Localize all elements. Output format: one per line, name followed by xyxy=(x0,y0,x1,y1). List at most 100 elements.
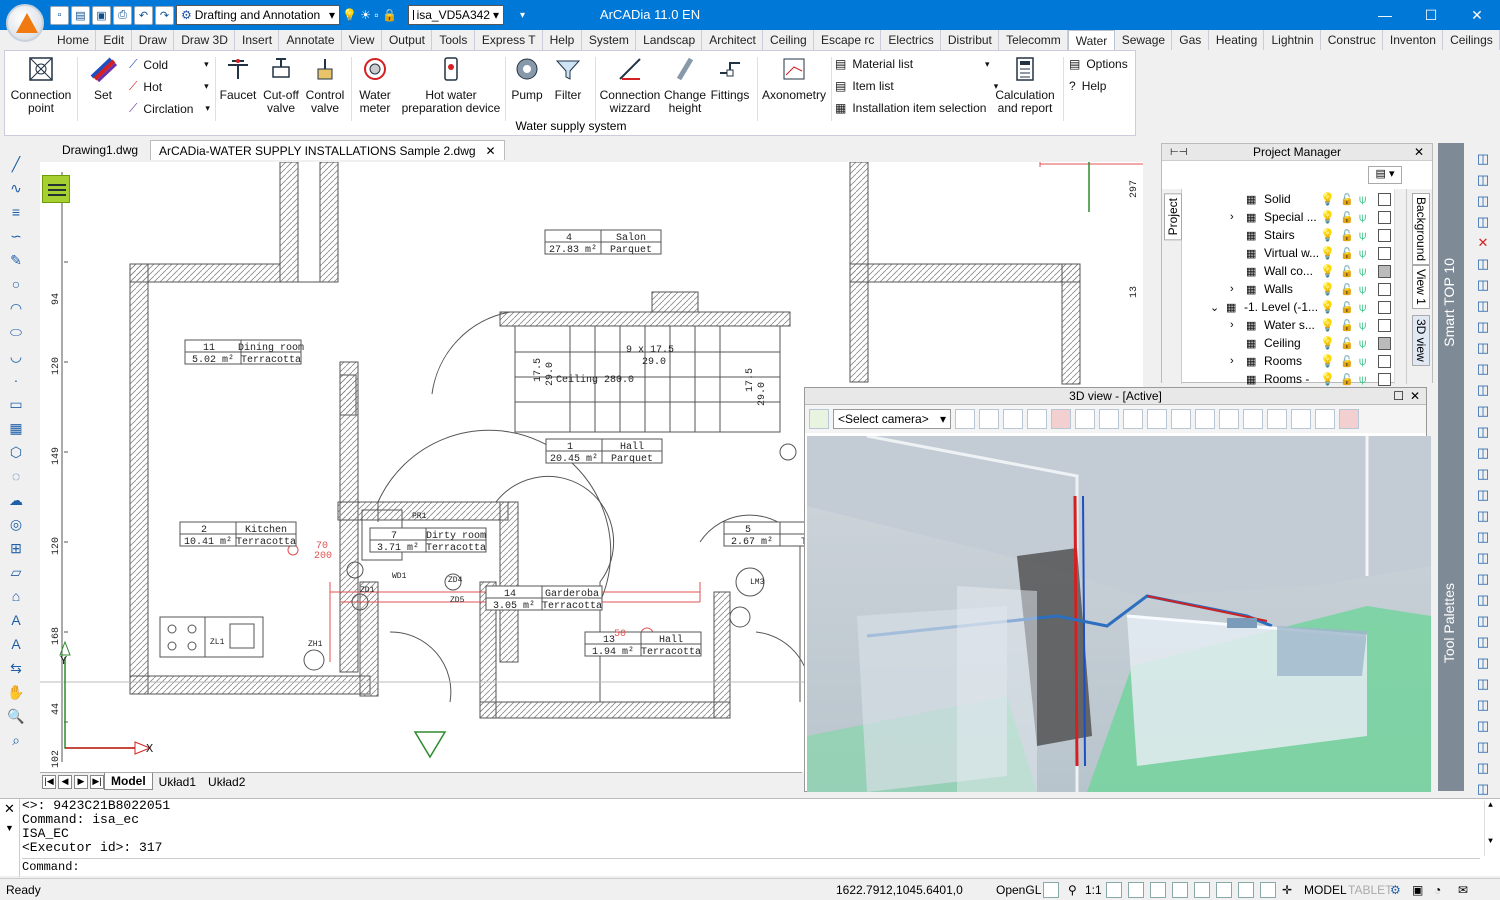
layout-tab-model[interactable]: Model xyxy=(104,773,153,790)
print-toggle-icon[interactable]: ⍦ xyxy=(1359,300,1366,315)
tab-annotate[interactable]: Annotate xyxy=(279,30,342,50)
camera-select[interactable]: <Select camera> ▾ xyxy=(833,409,951,429)
tree-item[interactable]: ▦ Virtual w... 💡 🔓 ⍦ xyxy=(1184,244,1406,262)
smart-top-label[interactable]: Smart TOP 10 xyxy=(1441,258,1457,347)
settings-icon[interactable]: ⚙ xyxy=(1390,883,1401,897)
lock-icon[interactable]: 🔓 xyxy=(1340,301,1354,314)
tab-home[interactable]: Home xyxy=(50,30,97,50)
otrack-icon[interactable] xyxy=(1194,882,1210,898)
color-swatch[interactable] xyxy=(1378,264,1391,278)
status-tablet[interactable]: TABLET xyxy=(1348,883,1392,897)
tab-escape-rc[interactable]: Escape rc xyxy=(814,30,882,50)
app-logo[interactable] xyxy=(6,4,44,42)
tab-ceiling[interactable]: Ceiling xyxy=(763,30,814,50)
color-swatch[interactable] xyxy=(1378,282,1391,296)
circulation-button[interactable]: ⟋ Circlation ▾ xyxy=(129,101,210,116)
minimize-button[interactable]: — xyxy=(1362,0,1408,30)
color-swatch[interactable] xyxy=(1378,354,1391,368)
clean-screen-icon[interactable]: ◔ xyxy=(1434,883,1441,897)
set-button[interactable]: Set xyxy=(85,55,121,102)
boundary-icon[interactable]: ⌂ xyxy=(7,588,25,604)
color-swatch[interactable] xyxy=(1378,300,1391,314)
room-label[interactable]: 13 Hall1.94 m² Terracotta xyxy=(584,631,702,658)
visibility-icon[interactable]: 💡 xyxy=(1320,264,1335,278)
ellipse-icon[interactable]: ⬭ xyxy=(7,324,25,340)
point-icon[interactable]: · xyxy=(7,372,25,388)
tab-draw[interactable]: Draw xyxy=(132,30,175,50)
faucet-button[interactable]: Faucet xyxy=(219,55,257,102)
tab-distribut[interactable]: Distribut xyxy=(941,30,1000,50)
print-toggle-icon[interactable]: ⍦ xyxy=(1359,210,1366,225)
status-opengl[interactable]: OpenGL xyxy=(996,883,1041,897)
freehand-icon[interactable]: ✎ xyxy=(7,252,25,268)
line-icon[interactable]: ╱ xyxy=(7,156,25,172)
lock-icon[interactable]: 🔓 xyxy=(1340,337,1354,350)
connection-point-button[interactable]: Connection point xyxy=(11,55,71,115)
add-camera-icon[interactable] xyxy=(809,409,829,429)
cutoff-valve-button[interactable]: Cut-off valve xyxy=(259,55,303,115)
measure-icon[interactable]: ◫ xyxy=(1474,613,1492,629)
visibility-icon[interactable]: 💡 xyxy=(1320,282,1335,296)
polyline-icon[interactable]: ∿ xyxy=(7,180,25,196)
tab-telecomm[interactable]: Telecomm xyxy=(999,30,1068,50)
section-box-icon[interactable] xyxy=(1171,409,1191,429)
crosshair-icon[interactable]: ✛ xyxy=(1282,883,1292,897)
room-label[interactable]: 11 Dining room 5.02 m² Terracotta xyxy=(184,339,304,366)
expand-icon[interactable]: ⌄ xyxy=(1210,301,1219,314)
color-swatch[interactable] xyxy=(1378,192,1391,206)
pm-scrollbar[interactable] xyxy=(1394,189,1406,384)
camera-icon[interactable] xyxy=(1243,409,1263,429)
mirror-icon[interactable]: ◫ xyxy=(1474,193,1492,209)
dyn-icon[interactable] xyxy=(1238,882,1254,898)
calculation-button[interactable]: Calculation and report xyxy=(991,55,1059,115)
area-icon[interactable]: ◫ xyxy=(1474,676,1492,692)
print-toggle-icon[interactable]: ⍦ xyxy=(1359,372,1366,387)
visibility-icon[interactable]: 💡 xyxy=(1320,372,1335,386)
filter-dropdown-icon[interactable]: ▤ ▾ xyxy=(1368,166,1402,184)
close-tab-icon[interactable]: ✕ xyxy=(486,144,496,158)
command-input[interactable]: Command: xyxy=(22,858,1480,874)
scale-icon[interactable]: ◫ xyxy=(1474,277,1492,293)
tab-landscap[interactable]: Landscap xyxy=(636,30,703,50)
lock-icon[interactable]: 🔓 xyxy=(1340,355,1354,368)
3d-scene[interactable] xyxy=(807,436,1431,792)
expand-icon[interactable]: › xyxy=(1230,355,1234,367)
view-3d-alt-icon[interactable] xyxy=(1315,409,1335,429)
material-list-button[interactable]: ▤ Material list ▾ xyxy=(835,57,990,71)
mtext-icon[interactable]: A xyxy=(7,636,25,652)
close-panel-icon[interactable]: ✕ xyxy=(1414,144,1424,161)
spline-icon[interactable]: ∽ xyxy=(7,228,25,244)
control-valve-button[interactable]: Control valve xyxy=(303,55,347,115)
lock-icon[interactable]: 🔓 xyxy=(1340,373,1354,386)
visibility-icon[interactable]: 💡 xyxy=(1320,336,1335,350)
print-toggle-icon[interactable]: ⍦ xyxy=(1359,354,1366,369)
tree-item[interactable]: ▦ Wall co... 💡 🔓 ⍦ xyxy=(1184,262,1406,280)
print-toggle-icon[interactable]: ⍦ xyxy=(1359,336,1366,351)
print-toggle-icon[interactable]: ⍦ xyxy=(1359,264,1366,279)
layout-tab-1[interactable]: Układ1 xyxy=(153,773,202,790)
tab-heating[interactable]: Heating xyxy=(1209,30,1265,50)
ortho-icon[interactable] xyxy=(1128,882,1144,898)
extend-icon[interactable]: ◫ xyxy=(1474,340,1492,356)
flatten-icon[interactable]: ◫ xyxy=(1474,718,1492,734)
visibility-icon[interactable]: 💡 xyxy=(1320,318,1335,332)
move-icon[interactable]: ◫ xyxy=(1474,172,1492,188)
change-height-button[interactable]: Change height xyxy=(664,55,706,115)
water-meter-button[interactable]: Water meter xyxy=(353,55,397,115)
match-icon[interactable]: ◫ xyxy=(1474,508,1492,524)
polar-icon[interactable] xyxy=(1150,882,1166,898)
expand-icon[interactable]: › xyxy=(1230,283,1234,295)
layout-tab-2[interactable]: Układ2 xyxy=(202,773,251,790)
tab-water[interactable]: Water xyxy=(1067,30,1115,50)
visibility-icon[interactable]: 💡 xyxy=(1320,210,1335,224)
tab-draw-3d[interactable]: Draw 3D xyxy=(174,30,236,50)
zoom-icon[interactable]: 🔍 xyxy=(7,708,25,724)
expand-icon[interactable]: › xyxy=(1230,319,1234,331)
tab-project[interactable]: Project xyxy=(1164,193,1182,241)
tab-architect[interactable]: Architect xyxy=(702,30,763,50)
notification-icon[interactable]: ✉ xyxy=(1458,883,1468,897)
print-toggle-icon[interactable]: ⍦ xyxy=(1359,192,1366,207)
camera-options-icon[interactable] xyxy=(955,409,975,429)
lock-icon[interactable]: 🔓 xyxy=(1340,211,1354,224)
lock-icon[interactable]: 🔓 xyxy=(1340,193,1354,206)
